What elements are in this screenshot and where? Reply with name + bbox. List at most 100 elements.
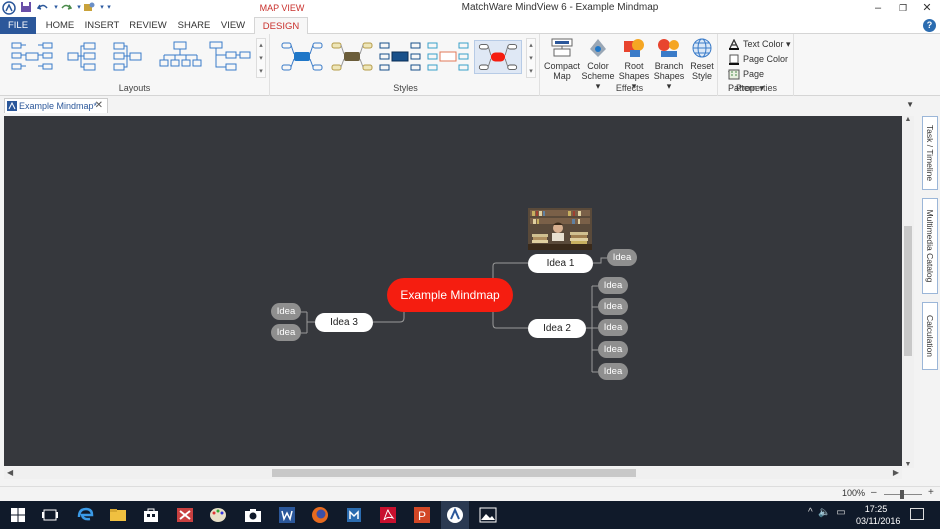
- scroll-left-icon[interactable]: ◀: [7, 467, 13, 479]
- mindview-taskbar-icon[interactable]: [445, 505, 465, 525]
- styles-gallery-scroll[interactable]: ▴ ▾ ▾: [526, 38, 536, 78]
- central-topic[interactable]: Example Mindmap: [387, 278, 513, 312]
- layout-thumbnail-2[interactable]: [66, 40, 98, 74]
- idea-3-subtopic-1[interactable]: Idea: [271, 303, 301, 320]
- tabs-dropdown-icon[interactable]: ▼: [906, 100, 914, 109]
- layout-thumbnail-1[interactable]: [10, 40, 54, 74]
- style-thumbnail-1[interactable]: [280, 40, 324, 74]
- paint-icon[interactable]: [208, 505, 228, 525]
- style-thumbnail-4[interactable]: [426, 40, 470, 74]
- task-timeline-label: Task / Timeline: [925, 124, 935, 182]
- branch-shapes-button[interactable]: Branch Shapes ▾: [651, 37, 687, 91]
- document-tab-label: Example Mindmap*: [19, 101, 98, 111]
- customize-toolbar-icon[interactable]: ▾: [102, 1, 116, 15]
- tab-share[interactable]: SHARE: [176, 17, 212, 34]
- layouts-group-label: Layouts: [118, 83, 151, 93]
- style-thumbnail-5-selected[interactable]: [474, 40, 522, 74]
- compact-map-button[interactable]: Compact Map: [544, 37, 580, 85]
- clock-date[interactable]: 03/11/2016: [856, 516, 900, 526]
- system-tray-icons[interactable]: ^ 🔈 ▭: [808, 507, 846, 518]
- vertical-scrollbar[interactable]: ▲ ▼: [902, 116, 914, 468]
- root-shapes-label: Root Shapes: [618, 61, 650, 81]
- minimize-icon[interactable]: –: [868, 1, 888, 15]
- style-thumbnail-2[interactable]: [330, 40, 374, 74]
- layout-thumbnail-3[interactable]: [112, 40, 144, 74]
- tab-design[interactable]: DESIGN: [254, 17, 308, 35]
- clock-time[interactable]: 17:25: [856, 504, 896, 514]
- idea-2-subtopic-1[interactable]: Idea: [598, 277, 628, 294]
- idea1-image: [528, 208, 592, 250]
- color-scheme-button[interactable]: Color Scheme ▾: [580, 37, 616, 91]
- multimedia-catalog-pane-tab[interactable]: Multimedia Catalog: [922, 198, 938, 294]
- layouts-gallery-scroll[interactable]: ▴ ▾ ▾: [256, 38, 266, 78]
- restore-icon[interactable]: ❐: [893, 1, 913, 15]
- styles-group: ▴ ▾ ▾ Styles: [272, 34, 540, 96]
- style-thumbnail-3[interactable]: [378, 40, 422, 74]
- reset-style-button[interactable]: Reset Style: [687, 37, 717, 85]
- idea-3-node[interactable]: Idea 3: [315, 313, 373, 332]
- horizontal-scroll-thumb[interactable]: [272, 469, 636, 477]
- task-timeline-pane-tab[interactable]: Task / Timeline: [922, 116, 938, 190]
- quick-access-tool-icon[interactable]: [82, 1, 96, 15]
- tab-file[interactable]: FILE: [0, 17, 36, 34]
- idea-1-subtopic[interactable]: Idea: [607, 249, 637, 266]
- help-icon[interactable]: ?: [923, 19, 936, 32]
- tab-home[interactable]: HOME: [42, 17, 78, 34]
- layout-thumbnail-5[interactable]: [208, 40, 252, 74]
- text-color-button[interactable]: Text Color ▾: [728, 37, 791, 51]
- window-title: MatchWare MindView 6 - Example Mindmap: [461, 2, 659, 13]
- edge-browser-icon[interactable]: [75, 505, 95, 525]
- word-icon[interactable]: [277, 505, 297, 525]
- document-tab[interactable]: Example Mindmap* ✕: [4, 98, 108, 113]
- store-icon[interactable]: [141, 505, 161, 525]
- camera-icon[interactable]: [243, 505, 263, 525]
- zoom-out-icon[interactable]: –: [871, 487, 877, 498]
- idea-2-subtopic-3[interactable]: Idea: [598, 319, 628, 336]
- page-color-icon: [729, 54, 739, 66]
- layout-thumbnail-4[interactable]: [158, 40, 202, 74]
- photos-icon[interactable]: [478, 505, 498, 525]
- firefox-icon[interactable]: [310, 505, 330, 525]
- close-window-icon[interactable]: ✕: [917, 1, 937, 15]
- root-shapes-button[interactable]: Root Shapes ▾: [617, 37, 651, 91]
- mindmap-canvas[interactable]: Example Mindmap Idea 1 Idea 2 Idea 3 Ide…: [4, 116, 902, 466]
- horizontal-scrollbar[interactable]: ◀ ▶: [4, 467, 902, 479]
- close-tab-icon[interactable]: ✕: [95, 99, 103, 113]
- scroll-right-icon[interactable]: ▶: [893, 467, 899, 479]
- map-view-context-label: MAP VIEW: [259, 3, 305, 13]
- tab-review[interactable]: REVIEW: [128, 17, 168, 34]
- page-pattern-button[interactable]: Page Pattern ▾: [728, 67, 793, 93]
- idea-2-subtopic-4[interactable]: Idea: [598, 341, 628, 358]
- action-center-icon[interactable]: [910, 508, 924, 520]
- properties-group-label: Properties: [735, 83, 778, 93]
- file-explorer-icon[interactable]: [108, 505, 128, 525]
- idea-3-subtopic-2[interactable]: Idea: [271, 324, 301, 341]
- idea-2-subtopic-2[interactable]: Idea: [598, 298, 628, 315]
- vertical-scroll-thumb[interactable]: [904, 226, 912, 356]
- calculation-pane-tab[interactable]: Calculation: [922, 302, 938, 370]
- page-pattern-icon: [728, 69, 740, 80]
- undo-icon[interactable]: [36, 1, 50, 15]
- powerpoint-icon[interactable]: P: [412, 505, 432, 525]
- task-view-icon[interactable]: [40, 505, 60, 525]
- multimedia-catalog-label: Multimedia Catalog: [925, 209, 935, 283]
- idea-2-node[interactable]: Idea 2: [528, 319, 586, 338]
- tab-insert[interactable]: INSERT: [84, 17, 120, 34]
- ribbon-tabs: FILE HOME INSERT REVIEW SHARE VIEW DESIG…: [0, 17, 940, 35]
- idea-1-node[interactable]: Idea 1: [528, 254, 593, 273]
- zoom-in-icon[interactable]: +: [928, 487, 934, 498]
- xmind-icon[interactable]: [175, 505, 195, 525]
- reset-style-label: Reset Style: [690, 61, 714, 81]
- page-color-button[interactable]: Page Color ▾: [728, 52, 793, 78]
- matchware-app-icon[interactable]: [344, 505, 364, 525]
- zoom-slider-thumb[interactable]: [900, 490, 904, 499]
- idea-2-subtopic-5[interactable]: Idea: [598, 363, 628, 380]
- scroll-down-icon[interactable]: ▼: [902, 461, 914, 468]
- save-icon[interactable]: [19, 1, 33, 15]
- windows-start-icon[interactable]: [8, 505, 28, 525]
- redo-icon[interactable]: [59, 1, 73, 15]
- zoom-level: 100%: [842, 488, 866, 498]
- acrobat-icon[interactable]: [378, 505, 398, 525]
- scroll-up-icon[interactable]: ▲: [902, 116, 914, 123]
- tab-view[interactable]: VIEW: [218, 17, 248, 34]
